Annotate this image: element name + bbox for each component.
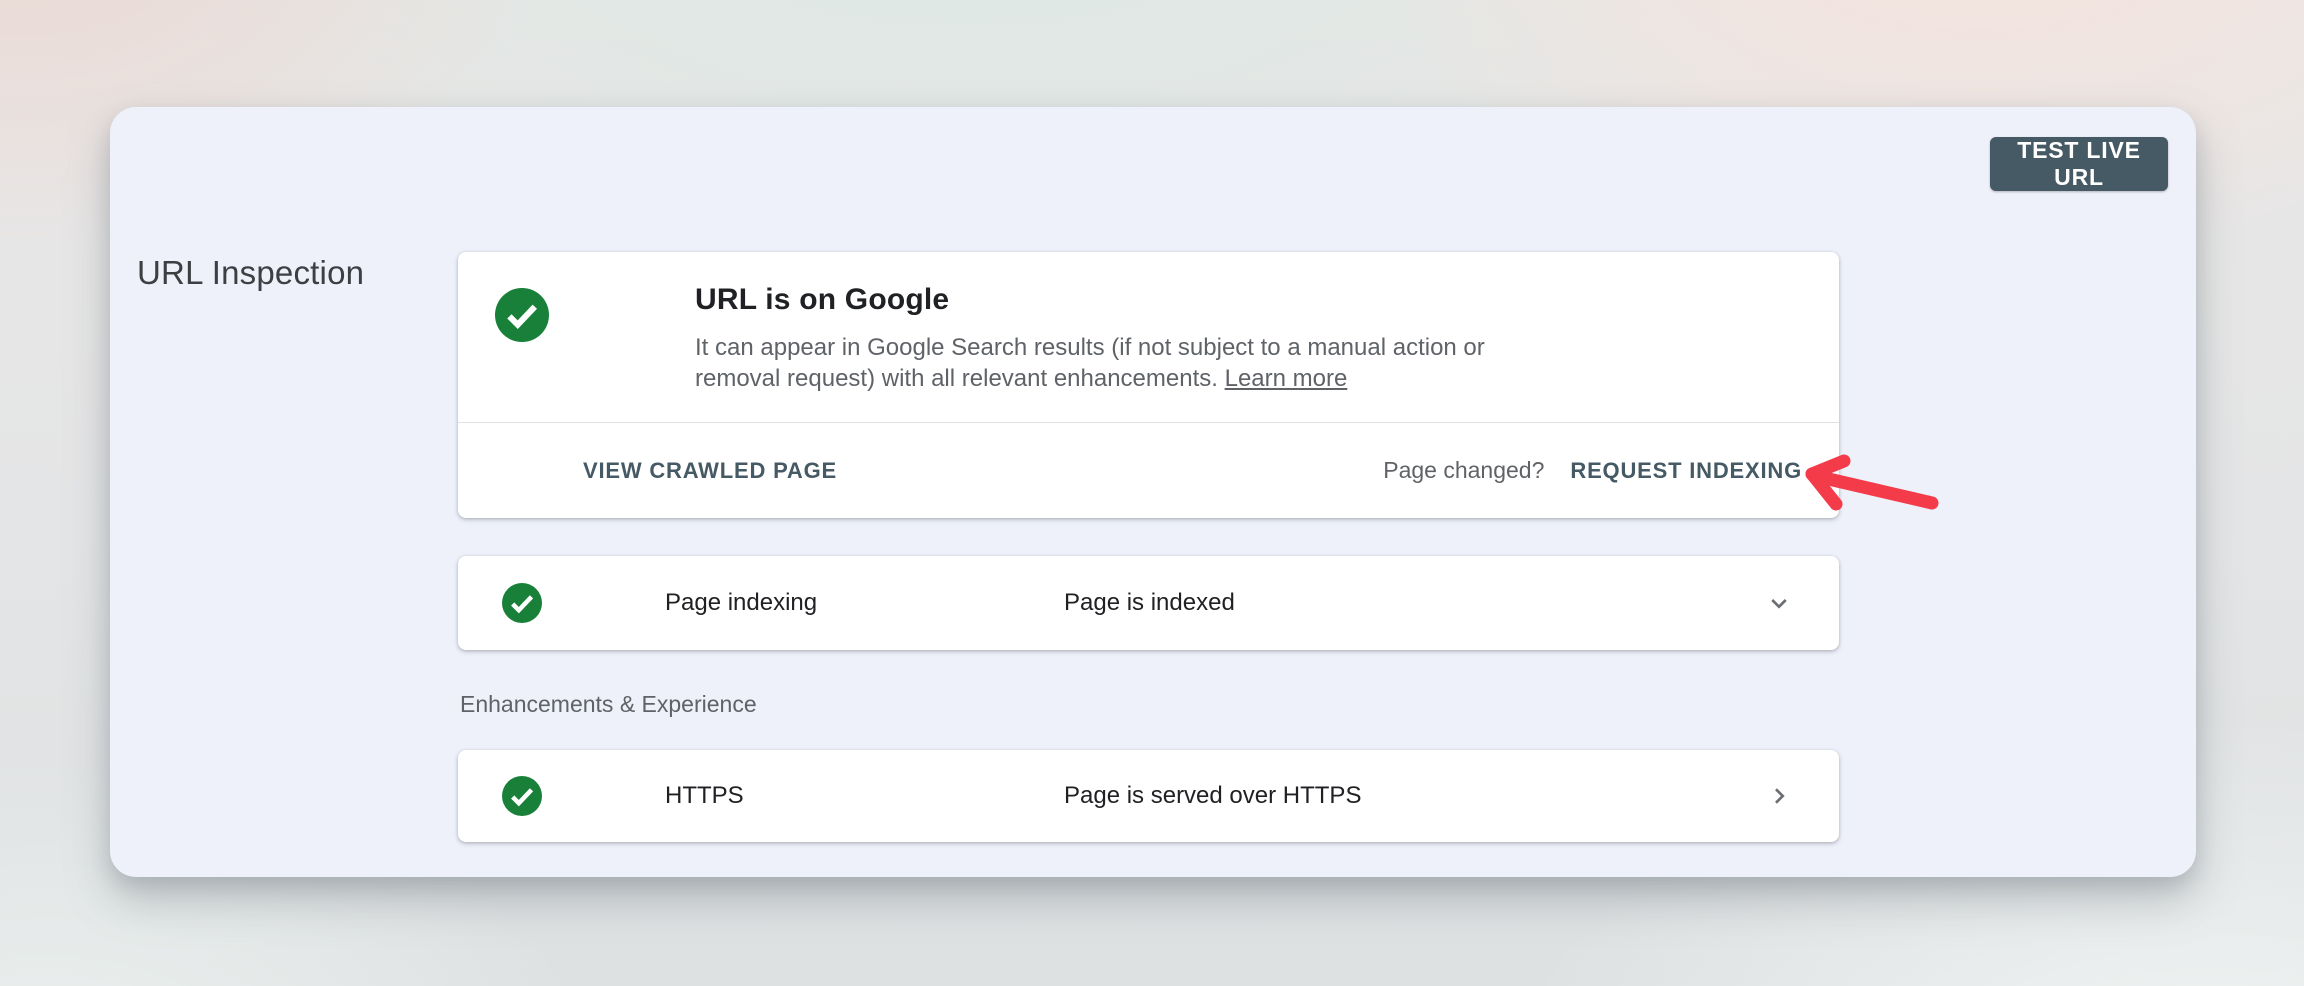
page-changed-label: Page changed? xyxy=(1383,457,1544,484)
verdict-description-text: It can appear in Google Search results (… xyxy=(695,334,1485,392)
page-title: URL Inspection xyxy=(137,253,364,293)
check-circle-icon xyxy=(502,776,542,816)
learn-more-link[interactable]: Learn more xyxy=(1225,365,1348,392)
view-crawled-page-button[interactable]: VIEW CRAWLED PAGE xyxy=(583,458,837,484)
check-circle-icon xyxy=(495,288,549,342)
verdict-footer-right: Page changed? REQUEST INDEXING xyxy=(1383,457,1802,484)
https-row[interactable]: HTTPS Page is served over HTTPS xyxy=(458,750,1839,842)
row-label: HTTPS xyxy=(665,782,744,810)
row-label: Page indexing xyxy=(665,589,817,617)
page-indexing-row[interactable]: Page indexing Page is indexed xyxy=(458,556,1839,650)
check-circle-icon xyxy=(502,583,542,623)
row-status: Page is indexed xyxy=(1064,589,1235,617)
request-indexing-button[interactable]: REQUEST INDEXING xyxy=(1570,458,1802,484)
verdict-card: URL is on Google It can appear in Google… xyxy=(458,252,1839,518)
url-inspection-panel: URL Inspection TEST LIVE URL URL is on G… xyxy=(110,107,2196,877)
verdict-card-footer: VIEW CRAWLED PAGE Page changed? REQUEST … xyxy=(458,422,1839,518)
row-status: Page is served over HTTPS xyxy=(1064,782,1361,810)
chevron-right-icon[interactable] xyxy=(1761,778,1797,814)
verdict-description: It can appear in Google Search results (… xyxy=(695,332,1555,394)
chevron-down-icon[interactable] xyxy=(1761,585,1797,621)
section-label-enhancements: Enhancements & Experience xyxy=(460,691,757,718)
verdict-card-main: URL is on Google It can appear in Google… xyxy=(458,252,1839,423)
test-live-url-button[interactable]: TEST LIVE URL xyxy=(1990,137,2168,191)
verdict-title: URL is on Google xyxy=(695,283,949,317)
